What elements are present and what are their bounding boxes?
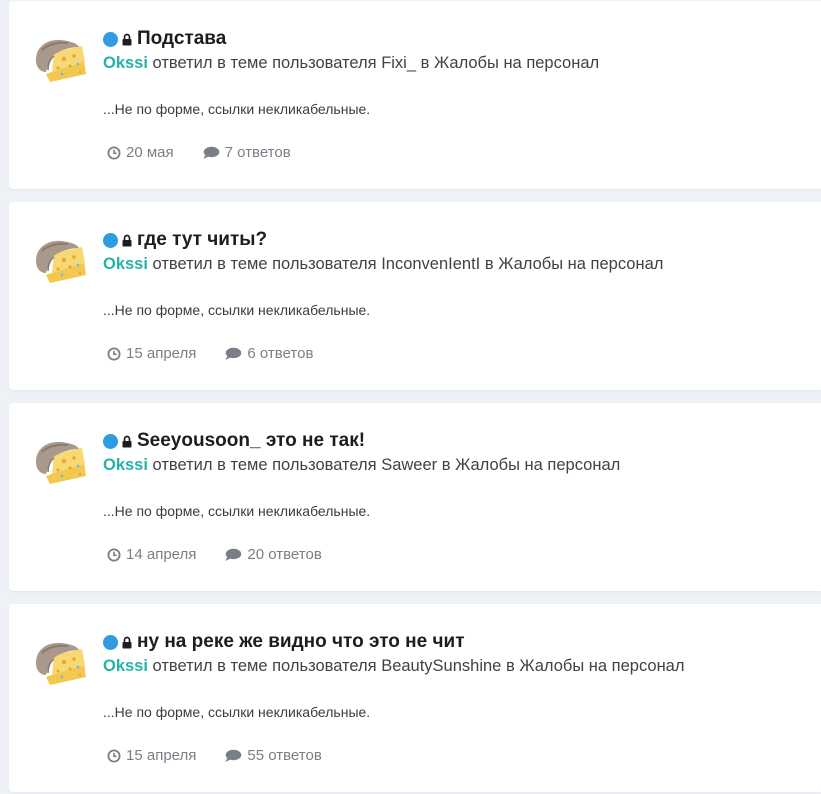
avatar-image (36, 39, 86, 82)
activity-meta: Okssi ответил в теме пользователя Saweer… (103, 456, 620, 475)
lock-icon (122, 636, 132, 648)
preposition-text: в (501, 657, 520, 675)
replies-count-text: 20 ответов (247, 546, 322, 563)
action-text: ответил в теме пользователя (147, 54, 382, 72)
unread-dot-icon (103, 634, 118, 650)
unread-dot-icon (103, 232, 118, 248)
avatar[interactable] (34, 235, 88, 285)
post-snippet: ...Не по форме, ссылки некликабельные. (103, 302, 371, 318)
post-date: 14 апреля (107, 546, 196, 563)
topic-title-link[interactable]: ну на реке же видно что это не чит (137, 631, 465, 653)
action-text: ответил в теме пользователя (147, 255, 382, 273)
comment-icon (225, 347, 242, 360)
preposition-text: в (437, 456, 456, 474)
author-link[interactable]: Okssi (103, 456, 148, 474)
topic-title-row: Подстава (103, 28, 226, 50)
topic-title-row: где тут читы? (103, 229, 267, 251)
topic-title-row: Seeyousoon_ это не так! (103, 430, 365, 452)
replies-count-text: 6 ответов (247, 345, 314, 362)
forum-link[interactable]: Жалобы на персонал (455, 456, 620, 474)
topic-title-link[interactable]: Seeyousoon_ это не так! (137, 430, 365, 452)
activity-meta: Okssi ответил в теме пользователя Inconv… (103, 255, 663, 274)
replies-count-text: 7 ответов (224, 144, 291, 161)
post-date-text: 14 апреля (126, 546, 197, 563)
topic-title-link[interactable]: где тут читы? (137, 229, 267, 251)
activity-item: где тут читы? Okssi ответил в теме польз… (9, 202, 821, 390)
post-date-text: 20 мая (126, 144, 174, 161)
lock-icon (122, 33, 132, 45)
activity-item: ну на реке же видно что это не чит Okssi… (9, 604, 821, 792)
topic-stats: 15 апреля 55 ответов (107, 747, 350, 764)
avatar-image (36, 642, 86, 685)
replies-count[interactable]: 7 ответов (202, 144, 291, 161)
replies-count[interactable]: 20 ответов (224, 546, 322, 563)
preposition-text: в (416, 54, 434, 72)
replies-count[interactable]: 55 ответов (224, 747, 322, 764)
avatar-image (36, 441, 86, 484)
topic-stats: 14 апреля 20 ответов (107, 546, 350, 563)
topic-author-link[interactable]: InconvenIentI (381, 255, 480, 273)
avatar[interactable] (34, 637, 88, 687)
preposition-text: в (480, 255, 499, 273)
action-text: ответил в теме пользователя (147, 456, 382, 474)
topic-author-link[interactable]: BeautySunshine (381, 657, 501, 675)
avatar-image (36, 240, 86, 283)
post-date: 15 апреля (107, 747, 196, 764)
author-link[interactable]: Okssi (103, 255, 148, 273)
post-snippet: ...Не по форме, ссылки некликабельные. (103, 101, 371, 117)
topic-stats: 15 апреля 6 ответов (107, 345, 341, 362)
topic-author-link[interactable]: Saweer (381, 456, 437, 474)
activity-meta: Okssi ответил в теме пользователя Beauty… (103, 657, 684, 676)
unread-dot-icon (103, 433, 118, 449)
activity-feed: Подстава Okssi ответил в теме пользовате… (9, 0, 821, 794)
topic-title-link[interactable]: Подстава (137, 28, 226, 50)
forum-link[interactable]: Жалобы на персонал (519, 657, 684, 675)
post-date-text: 15 апреля (126, 747, 197, 764)
activity-item: Seeyousoon_ это не так! Okssi ответил в … (9, 403, 821, 591)
replies-count[interactable]: 6 ответов (224, 345, 313, 362)
comment-icon (202, 146, 219, 159)
clock-icon (107, 749, 121, 762)
clock-icon (107, 347, 121, 360)
topic-author-link[interactable]: Fixi_ (381, 54, 416, 72)
clock-icon (107, 548, 121, 561)
post-date-text: 15 апреля (126, 345, 197, 362)
avatar[interactable] (34, 436, 88, 486)
post-snippet: ...Не по форме, ссылки некликабельные. (103, 704, 371, 720)
comment-icon (225, 749, 242, 762)
forum-link[interactable]: Жалобы на персонал (434, 54, 599, 72)
lock-icon (122, 234, 132, 246)
avatar[interactable] (34, 34, 88, 84)
activity-meta: Okssi ответил в теме пользователя Fixi_ … (103, 54, 599, 73)
activity-item: Подстава Okssi ответил в теме пользовате… (9, 1, 821, 189)
comment-icon (225, 548, 242, 561)
lock-icon (122, 435, 132, 447)
author-link[interactable]: Okssi (103, 54, 148, 72)
replies-count-text: 55 ответов (247, 747, 322, 764)
post-date: 15 апреля (107, 345, 196, 362)
author-link[interactable]: Okssi (103, 657, 148, 675)
forum-link[interactable]: Жалобы на персонал (498, 255, 663, 273)
topic-stats: 20 мая 7 ответов (107, 144, 319, 161)
unread-dot-icon (103, 31, 118, 47)
post-date: 20 мая (107, 144, 174, 161)
post-snippet: ...Не по форме, ссылки некликабельные. (103, 503, 371, 519)
clock-icon (107, 146, 121, 159)
topic-title-row: ну на реке же видно что это не чит (103, 631, 465, 653)
action-text: ответил в теме пользователя (147, 657, 382, 675)
